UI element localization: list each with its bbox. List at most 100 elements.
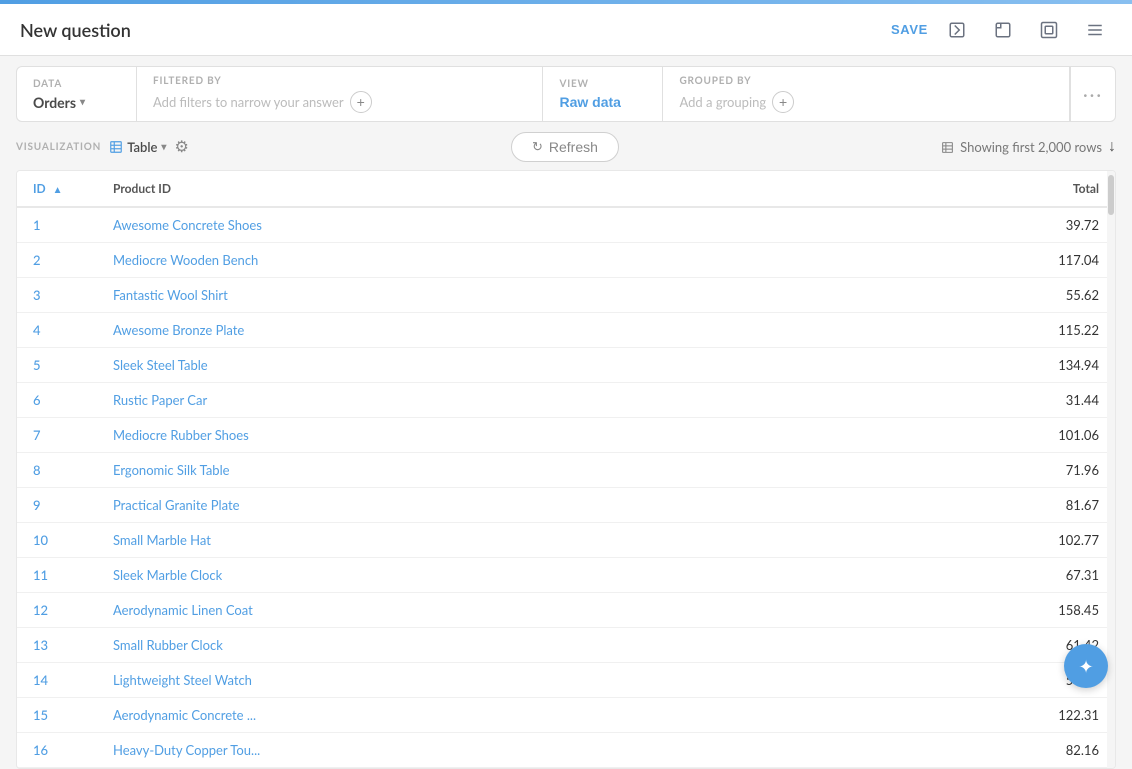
product-cell[interactable]: Sleek Steel Table	[97, 348, 823, 383]
product-cell[interactable]: Aerodynamic Concrete ...	[97, 698, 823, 733]
settings-icon-button[interactable]: ⚙	[174, 137, 188, 157]
table-selector[interactable]: Table ▾	[109, 139, 166, 155]
table-row: 14Lightweight Steel Watch54.67	[17, 663, 1115, 698]
fab-button[interactable]: ✦	[1064, 644, 1108, 688]
raw-data-button[interactable]: Raw data	[559, 94, 620, 110]
data-table: ID ▲ Product ID Total 1Awesome Concrete …	[17, 171, 1115, 768]
id-cell[interactable]: 15	[17, 698, 97, 733]
data-section: DATA Orders ▾	[17, 67, 137, 121]
embed-icon	[948, 21, 966, 39]
total-cell: 102.77	[823, 523, 1115, 558]
table-row: 5Sleek Steel Table134.94	[17, 348, 1115, 383]
embed-icon-button[interactable]	[940, 13, 974, 47]
popout-icon-button[interactable]	[986, 13, 1020, 47]
chevron-down-icon: ▾	[80, 96, 85, 108]
product-cell[interactable]: Awesome Bronze Plate	[97, 313, 823, 348]
product-cell[interactable]: Ergonomic Silk Table	[97, 453, 823, 488]
table-row: 9Practical Granite Plate81.67	[17, 488, 1115, 523]
product-cell[interactable]: Mediocre Rubber Shoes	[97, 418, 823, 453]
product-cell[interactable]: Mediocre Wooden Bench	[97, 243, 823, 278]
view-label: VIEW	[559, 78, 646, 90]
view-content: Raw data	[559, 94, 646, 110]
id-cell[interactable]: 8	[17, 453, 97, 488]
filter-section: FILTERED BY Add filters to narrow your a…	[137, 67, 543, 121]
header-actions: SAVE	[891, 13, 1112, 47]
save-button[interactable]: SAVE	[891, 22, 928, 37]
total-cell: 31.44	[823, 383, 1115, 418]
product-cell[interactable]: Fantastic Wool Shirt	[97, 278, 823, 313]
product-cell[interactable]: Small Marble Hat	[97, 523, 823, 558]
id-cell[interactable]: 11	[17, 558, 97, 593]
id-cell[interactable]: 16	[17, 733, 97, 768]
query-bar: DATA Orders ▾ FILTERED BY Add filters to…	[16, 66, 1116, 122]
refresh-spinner-icon: ↻	[532, 139, 543, 155]
row-count-label: Showing first 2,000 rows	[960, 139, 1102, 155]
product-cell[interactable]: Lightweight Steel Watch	[97, 663, 823, 698]
total-cell: 67.31	[823, 558, 1115, 593]
scrollbar-track[interactable]	[1107, 171, 1115, 768]
row-count: Showing first 2,000 rows ↓	[941, 138, 1116, 156]
product-cell[interactable]: Rustic Paper Car	[97, 383, 823, 418]
total-cell: 117.04	[823, 243, 1115, 278]
download-button[interactable]: ↓	[1108, 138, 1116, 156]
grouped-section: GROUPED BY Add a grouping +	[663, 67, 1069, 121]
scrollbar-thumb[interactable]	[1108, 175, 1114, 215]
product-cell[interactable]: Aerodynamic Linen Coat	[97, 593, 823, 628]
table-row: 13Small Rubber Clock61.42	[17, 628, 1115, 663]
table-body: 1Awesome Concrete Shoes39.722Mediocre Wo…	[17, 207, 1115, 768]
id-cell[interactable]: 7	[17, 418, 97, 453]
table-row: 4Awesome Bronze Plate115.22	[17, 313, 1115, 348]
total-cell: 101.06	[823, 418, 1115, 453]
id-cell[interactable]: 14	[17, 663, 97, 698]
table-small-icon	[941, 141, 954, 154]
visualization-bar: VISUALIZATION Table ▾ ⚙ ↻ Refresh Showin…	[0, 132, 1132, 162]
product-cell[interactable]: Sleek Marble Clock	[97, 558, 823, 593]
total-column-header[interactable]: Total	[823, 171, 1115, 207]
menu-icon-button[interactable]	[1078, 13, 1112, 47]
filter-content: Add filters to narrow your answer +	[153, 91, 526, 113]
bookmark-icon-button[interactable]	[1032, 13, 1066, 47]
id-cell[interactable]: 13	[17, 628, 97, 663]
product-cell[interactable]: Awesome Concrete Shoes	[97, 207, 823, 243]
table-row: 11Sleek Marble Clock67.31	[17, 558, 1115, 593]
popout-icon	[994, 21, 1012, 39]
bookmark-icon	[1040, 21, 1058, 39]
sort-asc-icon: ▲	[53, 184, 63, 196]
id-cell[interactable]: 5	[17, 348, 97, 383]
total-cell: 81.67	[823, 488, 1115, 523]
data-selector[interactable]: Orders ▾	[33, 94, 120, 111]
product-column-header[interactable]: Product ID	[97, 171, 823, 207]
table-wrapper: ID ▲ Product ID Total 1Awesome Concrete …	[17, 171, 1115, 768]
add-grouping-button[interactable]: +	[772, 91, 794, 113]
table-row: 3Fantastic Wool Shirt55.62	[17, 278, 1115, 313]
id-column-header[interactable]: ID ▲	[17, 171, 97, 207]
header-row: ID ▲ Product ID Total	[17, 171, 1115, 207]
table-row: 2Mediocre Wooden Bench117.04	[17, 243, 1115, 278]
id-cell[interactable]: 1	[17, 207, 97, 243]
visualization-label: VISUALIZATION	[16, 141, 101, 153]
product-cell[interactable]: Heavy-Duty Copper Tou...	[97, 733, 823, 768]
refresh-button[interactable]: ↻ Refresh	[511, 132, 619, 162]
refresh-area: ↻ Refresh	[197, 132, 933, 162]
total-cell: 134.94	[823, 348, 1115, 383]
table-row: 16Heavy-Duty Copper Tou...82.16	[17, 733, 1115, 768]
filter-placeholder: Add filters to narrow your answer	[153, 94, 344, 110]
ellipsis-icon: ···	[1083, 83, 1103, 105]
id-cell[interactable]: 10	[17, 523, 97, 558]
table-label: Table	[127, 139, 157, 155]
table-row: 7Mediocre Rubber Shoes101.06	[17, 418, 1115, 453]
id-cell[interactable]: 9	[17, 488, 97, 523]
add-filter-button[interactable]: +	[350, 91, 372, 113]
grouping-placeholder: Add a grouping	[679, 94, 766, 110]
refresh-label: Refresh	[549, 139, 598, 155]
id-cell[interactable]: 2	[17, 243, 97, 278]
id-cell[interactable]: 4	[17, 313, 97, 348]
product-cell[interactable]: Small Rubber Clock	[97, 628, 823, 663]
product-cell[interactable]: Practical Granite Plate	[97, 488, 823, 523]
more-options-button[interactable]: ···	[1070, 67, 1115, 121]
id-cell[interactable]: 6	[17, 383, 97, 418]
id-cell[interactable]: 3	[17, 278, 97, 313]
data-table-container: ID ▲ Product ID Total 1Awesome Concrete …	[16, 170, 1116, 769]
id-cell[interactable]: 12	[17, 593, 97, 628]
total-cell: 158.45	[823, 593, 1115, 628]
